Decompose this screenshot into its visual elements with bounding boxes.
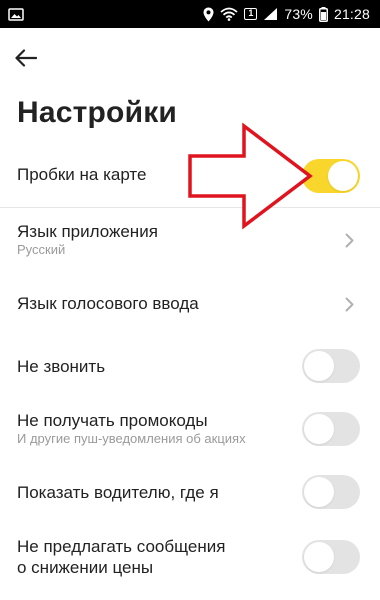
- wifi-icon: [220, 7, 238, 21]
- page-title: Настройки: [17, 96, 178, 129]
- battery-icon: [318, 6, 328, 22]
- toggle-knob: [328, 161, 358, 191]
- toggle-show-driver[interactable]: [302, 475, 360, 509]
- back-button[interactable]: [12, 46, 40, 74]
- status-bar-right: 1 73% 21:28: [203, 6, 370, 22]
- setting-row-show-driver[interactable]: Показать водителю, где я: [0, 472, 380, 512]
- setting-row-no-promocodes[interactable]: Не получать промокоды И другие пуш-уведо…: [0, 406, 380, 452]
- toggle-no-price-drop[interactable]: [302, 540, 360, 574]
- toggle-knob: [304, 542, 334, 572]
- setting-label-voice-language: Язык голосового ввода: [17, 294, 199, 313]
- setting-row-no-price-drop[interactable]: Не предлагать сообщения о снижении цены: [0, 532, 380, 582]
- toggle-traffic[interactable]: [302, 159, 360, 193]
- status-bar: 1 73% 21:28: [0, 0, 380, 28]
- status-bar-left: [8, 7, 24, 21]
- settings-screen: 1 73% 21:28 Настройки Пробки на карте Яз…: [0, 0, 380, 600]
- toggle-knob: [304, 477, 334, 507]
- toggle-knob: [304, 351, 334, 381]
- setting-label-traffic: Пробки на карте: [17, 165, 147, 184]
- setting-description-no-promocodes: И другие пуш-уведомления об акциях: [17, 431, 246, 446]
- setting-label-no-price-drop-line2: о снижении цены: [17, 558, 154, 577]
- toggle-do-not-call[interactable]: [302, 349, 360, 383]
- setting-label-no-promocodes: Не получать промокоды: [17, 411, 208, 430]
- toggle-knob: [304, 414, 334, 444]
- setting-label-do-not-call: Не звонить: [17, 357, 106, 376]
- setting-value-app-language: Русский: [17, 242, 66, 257]
- setting-label-show-driver: Показать водителю, где я: [17, 483, 219, 502]
- chevron-right-icon[interactable]: [344, 296, 354, 312]
- setting-label-no-price-drop-line1: Не предлагать сообщения: [17, 537, 226, 556]
- battery-percent: 73%: [284, 6, 313, 22]
- setting-row-voice-language[interactable]: Язык голосового ввода: [0, 284, 380, 324]
- setting-row-traffic[interactable]: Пробки на карте: [0, 152, 380, 198]
- chevron-right-icon[interactable]: [344, 232, 354, 248]
- location-icon: [203, 7, 214, 22]
- setting-label-app-language: Язык приложения: [17, 222, 158, 241]
- setting-row-do-not-call[interactable]: Не звонить: [0, 346, 380, 386]
- gallery-notification-icon: [8, 7, 24, 21]
- setting-row-app-language[interactable]: Язык приложения Русский: [0, 216, 380, 264]
- sim-badge: 1: [244, 8, 258, 20]
- toggle-no-promocodes[interactable]: [302, 412, 360, 446]
- divider: [0, 207, 380, 208]
- clock: 21:28: [333, 6, 370, 22]
- signal-icon: [263, 7, 278, 21]
- arrow-left-icon: [15, 48, 38, 72]
